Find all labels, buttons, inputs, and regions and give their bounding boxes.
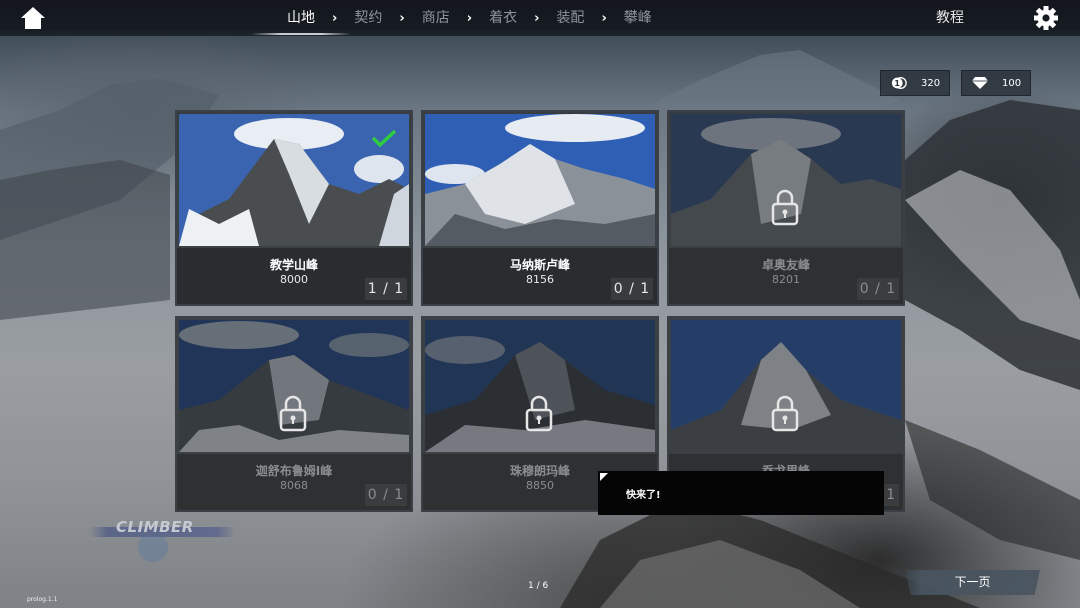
gem-balance: 100 xyxy=(961,70,1031,96)
mountain-name: 迦舒布鲁姆I峰 xyxy=(255,464,333,478)
mountain-thumbnail xyxy=(179,320,409,452)
mountain-info: 教学山峰 8000 1 / 1 xyxy=(177,248,411,304)
lock-icon xyxy=(525,395,553,432)
toast-message: 快来了! xyxy=(626,490,661,501)
gear-icon xyxy=(1034,6,1058,30)
lock-icon xyxy=(771,395,799,432)
diamond-icon xyxy=(972,76,988,90)
climber-logo: CLIMBER xyxy=(90,518,235,562)
mountain-name: 马纳斯卢峰 xyxy=(509,258,570,272)
mountain-card-locked[interactable]: 卓奥友峰 8201 0 / 1 xyxy=(667,110,905,306)
svg-text:1: 1 xyxy=(894,79,900,88)
mountain-info: 卓奥友峰 8201 0 / 1 xyxy=(669,248,903,304)
version-label: prolog.1.1 xyxy=(27,596,58,603)
mountain-name: 卓奥友峰 xyxy=(761,258,810,272)
nav-tab-equipment[interactable]: 装配 xyxy=(556,0,584,36)
chevron-right-icon: › xyxy=(332,10,338,26)
mountain-progress: 0 / 1 xyxy=(365,484,407,506)
checkmark-icon xyxy=(371,129,397,148)
mountain-progress: 1 / 1 xyxy=(365,278,407,300)
mountain-info: 迦舒布鲁姆I峰 8068 0 / 1 xyxy=(177,454,411,510)
mountain-progress: 0 / 1 xyxy=(611,278,653,300)
coin-value: 320 xyxy=(921,77,941,89)
top-bar: 山地 › 契约 › 商店 › 着衣 › 装配 › 攀峰 教程 xyxy=(0,0,1080,36)
breadcrumb-nav: 山地 › 契约 › 商店 › 着衣 › 装配 › 攀峰 xyxy=(251,0,652,36)
next-page-button[interactable]: 下一页 xyxy=(905,570,1040,595)
tutorial-button[interactable]: 教程 xyxy=(936,0,964,36)
mountain-card-locked[interactable]: 迦舒布鲁姆I峰 8068 0 / 1 xyxy=(175,316,413,512)
nav-tab-shop[interactable]: 商店 xyxy=(422,0,450,36)
lock-icon xyxy=(771,189,799,226)
mountain-info: 马纳斯卢峰 8156 0 / 1 xyxy=(423,248,657,304)
chevron-right-icon: › xyxy=(601,10,607,26)
mountain-thumbnail xyxy=(425,114,655,246)
lock-icon xyxy=(279,395,307,432)
mountain-card[interactable]: 教学山峰 8000 1 / 1 xyxy=(175,110,413,306)
home-button[interactable] xyxy=(20,6,46,30)
mountain-card[interactable]: 马纳斯卢峰 8156 0 / 1 xyxy=(421,110,659,306)
chevron-right-icon: › xyxy=(466,10,473,26)
page-indicator: 1 / 6 xyxy=(528,581,549,591)
nav-tab-outfit[interactable]: 着衣 xyxy=(489,0,517,36)
corner-marker-icon xyxy=(600,473,608,481)
logo-text: CLIMBER xyxy=(116,518,194,536)
home-icon xyxy=(21,7,45,29)
mountain-thumbnail xyxy=(425,320,655,452)
settings-button[interactable] xyxy=(1033,5,1059,31)
nav-tab-mountains[interactable]: 山地 xyxy=(251,0,351,36)
nav-tab-climb[interactable]: 攀峰 xyxy=(624,0,652,36)
mountain-name: 教学山峰 xyxy=(269,258,318,272)
mountain-progress: 0 / 1 xyxy=(857,278,899,300)
nav-tab-contract[interactable]: 契约 xyxy=(354,0,382,36)
chevron-right-icon: › xyxy=(399,10,405,26)
coming-soon-toast: 快来了! xyxy=(598,471,884,515)
mountain-thumbnail xyxy=(671,320,901,452)
coin-balance: 1 320 xyxy=(880,70,950,96)
coin-icon: 1 xyxy=(891,76,907,90)
gem-value: 100 xyxy=(1002,77,1022,89)
mountain-thumbnail xyxy=(671,114,901,246)
chevron-right-icon: › xyxy=(534,10,540,26)
